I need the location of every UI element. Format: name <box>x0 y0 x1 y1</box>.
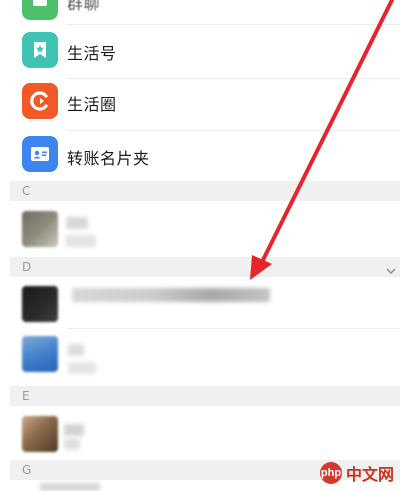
list-item-label: 生活号 <box>67 44 117 63</box>
contact-name-redacted <box>66 217 88 229</box>
contact-row[interactable] <box>0 203 400 253</box>
avatar <box>22 416 58 452</box>
section-header-c: C <box>10 181 400 201</box>
contact-name-redacted <box>72 288 270 302</box>
contact-name-redacted <box>64 424 84 436</box>
ribbon-star-icon <box>22 32 58 68</box>
divider <box>67 328 400 329</box>
avatar <box>22 286 58 322</box>
section-header-d: D <box>10 257 400 277</box>
contact-row[interactable] <box>0 278 400 328</box>
contact-name-redacted <box>68 344 84 356</box>
section-header-e: E <box>10 386 400 406</box>
contact-subtitle-redacted <box>68 362 96 374</box>
circle-c-icon <box>22 83 58 119</box>
watermark-logo: php 中文网 <box>319 461 394 485</box>
list-item-label-top: 群聊 <box>67 0 101 13</box>
avatar <box>22 336 58 372</box>
list-item-label: 生活圈 <box>67 95 117 114</box>
php-logo-icon: php <box>319 462 342 484</box>
contact-row[interactable] <box>0 408 400 456</box>
contact-name-redacted <box>40 483 100 491</box>
avatar <box>22 211 58 247</box>
list-item-label: 转账名片夹 <box>67 149 150 168</box>
contact-subtitle-redacted <box>64 438 80 450</box>
chat-bubble-icon <box>22 0 58 20</box>
contact-card-icon <box>22 136 58 172</box>
divider <box>67 130 400 131</box>
divider <box>67 24 400 25</box>
list-item-top-partial[interactable]: 群聊 <box>0 0 400 22</box>
contact-row[interactable] <box>0 330 400 380</box>
list-item-life-circle[interactable]: 生活圈 <box>0 80 400 128</box>
list-item-life-account[interactable]: 生活号 <box>0 26 400 74</box>
list-item-transfer-cards[interactable]: 转账名片夹 <box>0 132 400 178</box>
watermark-text: 中文网 <box>345 467 394 484</box>
contact-subtitle-redacted <box>66 235 96 247</box>
divider <box>67 78 400 79</box>
